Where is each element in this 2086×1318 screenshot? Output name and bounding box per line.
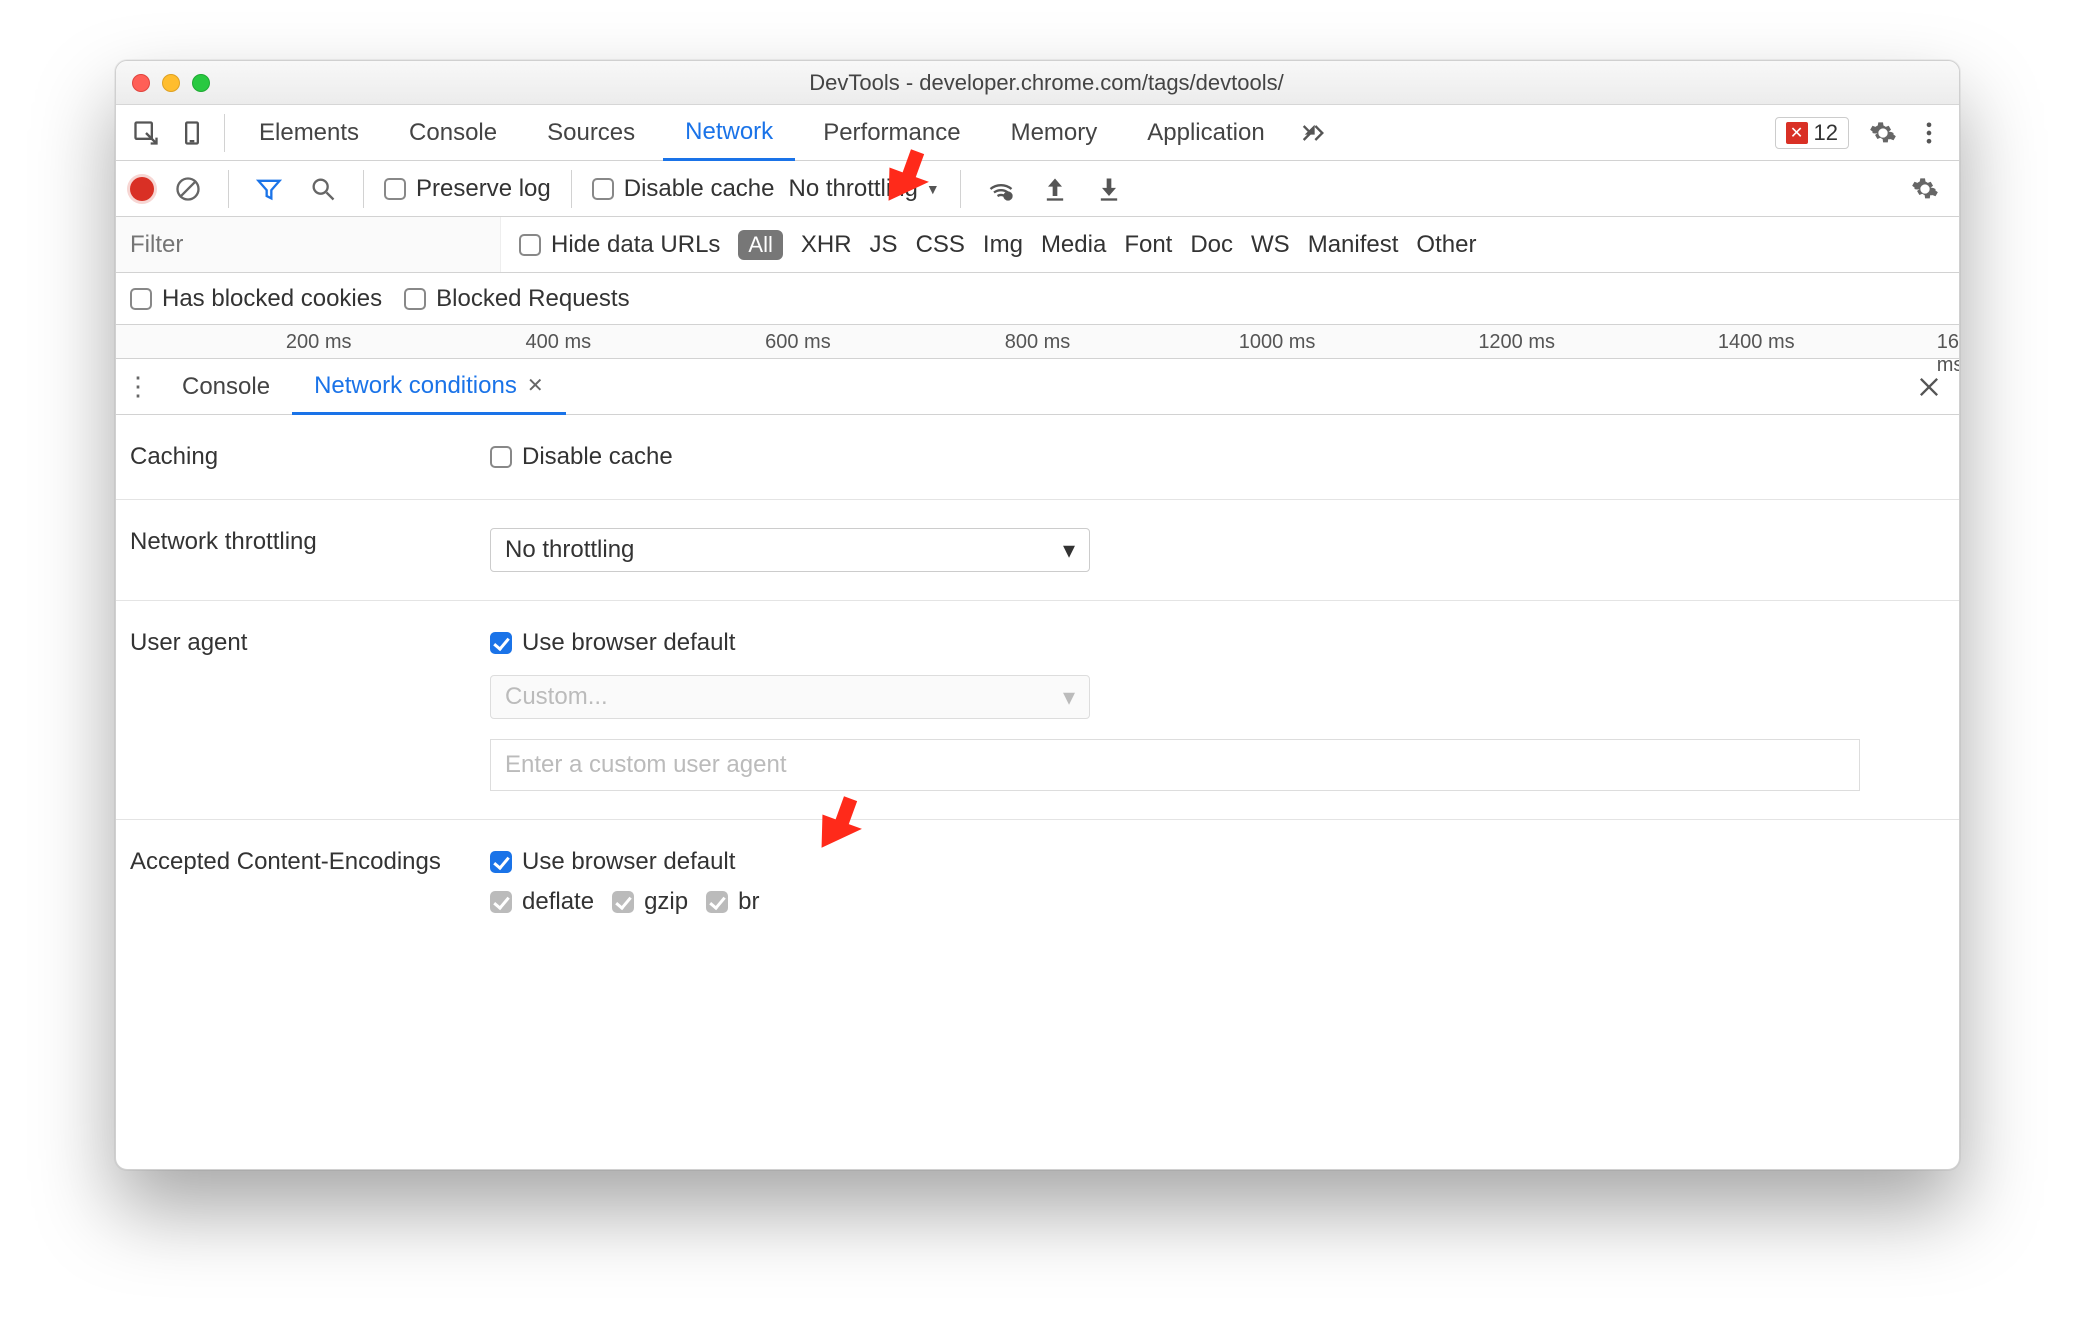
settings-icon[interactable] — [1863, 113, 1903, 153]
download-icon[interactable] — [1089, 169, 1129, 209]
search-icon[interactable] — [303, 169, 343, 209]
minimize-window-button[interactable] — [162, 74, 180, 92]
devtools-tabstrip: Elements Console Sources Network Perform… — [116, 105, 1959, 161]
encoding-deflate-checkbox: deflate — [490, 888, 594, 916]
filter-type-css[interactable]: CSS — [916, 231, 965, 259]
network-filterbar: Hide data URLs All XHR JS CSS Img Media … — [116, 217, 1959, 273]
tab-network[interactable]: Network — [663, 106, 795, 161]
separator — [228, 170, 229, 208]
filter-type-ws[interactable]: WS — [1251, 231, 1290, 259]
timeline-tick: 800 ms — [1005, 331, 1071, 354]
panel-disable-cache-checkbox[interactable]: Disable cache — [490, 443, 1945, 471]
more-tabs-icon[interactable] — [1293, 113, 1333, 153]
filter-icon[interactable] — [249, 169, 289, 209]
throttling-label: Network throttling — [130, 528, 490, 572]
filter-type-media[interactable]: Media — [1041, 231, 1106, 259]
record-button[interactable] — [130, 177, 154, 201]
encodings-label: Accepted Content-Encodings — [130, 848, 490, 916]
separator — [363, 170, 364, 208]
close-tab-icon[interactable]: ✕ — [527, 373, 544, 398]
network-toolbar: Preserve log Disable cache No throttling… — [116, 161, 1959, 217]
disable-cache-checkbox[interactable]: Disable cache — [592, 175, 775, 203]
error-icon: ✕ — [1786, 122, 1808, 144]
network-conditions-icon[interactable] — [981, 169, 1021, 209]
tab-console[interactable]: Console — [387, 105, 519, 160]
preserve-log-checkbox[interactable]: Preserve log — [384, 175, 551, 203]
separator — [960, 170, 961, 208]
filter-type-js[interactable]: JS — [870, 231, 898, 259]
chevron-down-icon: ▾ — [1063, 683, 1075, 712]
drawer-tab-console[interactable]: Console — [160, 359, 292, 414]
filter-type-manifest[interactable]: Manifest — [1308, 231, 1399, 259]
ua-custom-dropdown: Custom... ▾ — [490, 675, 1090, 719]
encodings-use-browser-default-checkbox[interactable]: Use browser default — [490, 848, 1945, 876]
filter-type-font[interactable]: Font — [1124, 231, 1172, 259]
filter-type-xhr[interactable]: XHR — [801, 231, 852, 259]
error-count-badge[interactable]: ✕ 12 — [1775, 117, 1849, 149]
titlebar: DevTools - developer.chrome.com/tags/dev… — [116, 61, 1959, 105]
filter-all-pill[interactable]: All — [738, 230, 782, 260]
drawer-menu-icon[interactable]: ⋮ — [116, 371, 160, 402]
filter-type-img[interactable]: Img — [983, 231, 1023, 259]
throttling-dropdown[interactable]: No throttling ▾ — [490, 528, 1090, 572]
device-toolbar-icon[interactable] — [172, 113, 212, 153]
filter-type-doc[interactable]: Doc — [1190, 231, 1233, 259]
window-title: DevTools - developer.chrome.com/tags/dev… — [210, 70, 1883, 96]
timeline-tick: 1200 ms — [1478, 331, 1555, 354]
throttling-select[interactable]: No throttling▼ — [788, 175, 939, 203]
blocked-row: Has blocked cookies Blocked Requests — [116, 273, 1959, 325]
tab-performance[interactable]: Performance — [801, 105, 982, 160]
tab-elements[interactable]: Elements — [237, 105, 381, 160]
separator — [224, 114, 225, 152]
window-controls — [132, 74, 210, 92]
timeline-tick: 1000 ms — [1239, 331, 1316, 354]
timeline-tick: 1600 ms — [1937, 331, 1960, 377]
error-count: 12 — [1814, 120, 1838, 146]
hide-data-urls-checkbox[interactable]: Hide data URLs — [519, 231, 720, 259]
chevron-down-icon: ▾ — [1063, 536, 1075, 565]
encoding-br-checkbox: br — [706, 888, 759, 916]
has-blocked-cookies-checkbox[interactable]: Has blocked cookies — [130, 285, 382, 313]
user-agent-label: User agent — [130, 629, 490, 791]
chevron-down-icon: ▼ — [926, 181, 940, 197]
blocked-requests-checkbox[interactable]: Blocked Requests — [404, 285, 629, 313]
timeline-tick: 200 ms — [286, 331, 352, 354]
timeline-tick: 600 ms — [765, 331, 831, 354]
zoom-window-button[interactable] — [192, 74, 210, 92]
ua-custom-input: Enter a custom user agent — [490, 739, 1860, 791]
tab-application[interactable]: Application — [1125, 105, 1286, 160]
network-conditions-panel: Caching Disable cache Network throttling… — [116, 415, 1959, 944]
separator — [571, 170, 572, 208]
filter-input[interactable] — [116, 217, 501, 272]
timeline-tick: 1400 ms — [1718, 331, 1795, 354]
encoding-gzip-checkbox: gzip — [612, 888, 688, 916]
caching-label: Caching — [130, 443, 490, 471]
drawer-tab-network-conditions[interactable]: Network conditions✕ — [292, 360, 566, 415]
ua-use-browser-default-checkbox[interactable]: Use browser default — [490, 629, 1945, 657]
clear-icon[interactable] — [168, 169, 208, 209]
close-window-button[interactable] — [132, 74, 150, 92]
kebab-menu-icon[interactable] — [1909, 113, 1949, 153]
tab-sources[interactable]: Sources — [525, 105, 657, 160]
timeline-overview[interactable]: 200 ms 400 ms 600 ms 800 ms 1000 ms 1200… — [116, 325, 1959, 359]
timeline-tick: 400 ms — [526, 331, 592, 354]
upload-icon[interactable] — [1035, 169, 1075, 209]
inspect-element-icon[interactable] — [126, 113, 166, 153]
network-settings-icon[interactable] — [1905, 169, 1945, 209]
drawer-tabstrip: ⋮ Console Network conditions✕ — [116, 359, 1959, 415]
filter-type-other[interactable]: Other — [1416, 231, 1476, 259]
tab-memory[interactable]: Memory — [989, 105, 1120, 160]
